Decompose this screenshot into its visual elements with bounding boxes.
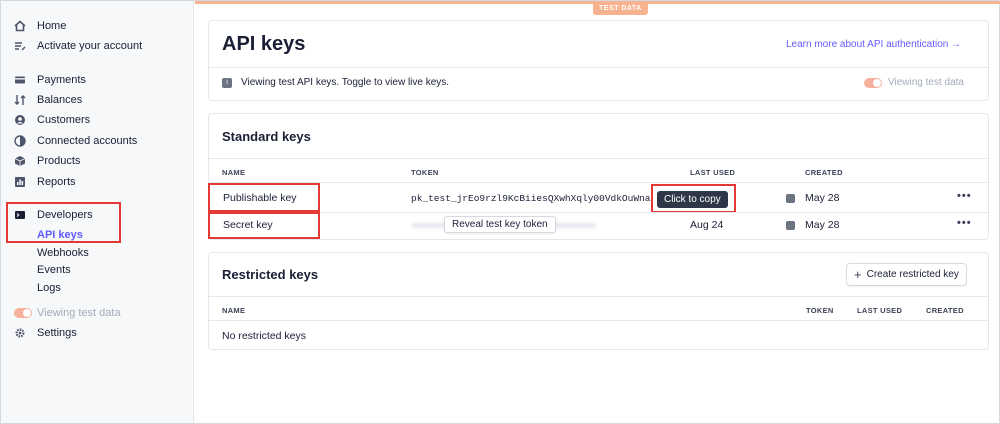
plus-icon: + (854, 267, 862, 282)
click-to-copy-tooltip: Click to copy (657, 191, 728, 208)
key-name-secret: Secret key (223, 219, 273, 231)
sidebar-item-label: Balances (37, 94, 83, 106)
sidebar-item-customers[interactable]: Customers (14, 112, 90, 128)
standard-keys-title: Standard keys (222, 129, 311, 144)
column-header-created: CREATED (926, 306, 964, 315)
restricted-keys-title: Restricted keys (222, 267, 319, 282)
sidebar-item-label: Reports (37, 176, 76, 188)
sidebar-item-home[interactable]: Home (14, 18, 66, 34)
created-date: May 28 (805, 192, 840, 204)
sidebar-item-label: Settings (37, 327, 77, 339)
standard-keys-card (208, 113, 989, 240)
button-label: Create restricted key (866, 269, 959, 280)
sidebar-item-payments[interactable]: Payments (14, 72, 86, 88)
info-icon (786, 221, 795, 230)
customers-icon (14, 114, 26, 126)
column-header-name: NAME (222, 168, 246, 177)
divider (209, 212, 988, 213)
sidebar-item-label: Home (37, 20, 67, 32)
created-date: May 28 (805, 219, 840, 231)
info-icon (786, 194, 795, 203)
sidebar-item-reports[interactable]: Reports (14, 174, 76, 190)
sidebar-item-label: Payments (37, 74, 86, 86)
column-header-created: CREATED (805, 168, 843, 177)
sidebar-item-label: Activate your account (37, 40, 143, 52)
toggle-label: Viewing test data (37, 307, 121, 319)
create-restricted-key-button[interactable]: + Create restricted key (846, 263, 967, 286)
sidebar-item-products[interactable]: Products (14, 153, 80, 169)
sidebar-item-label: Products (37, 155, 81, 167)
column-header-last-used: LAST USED (690, 168, 736, 177)
payments-icon (14, 74, 26, 86)
sidebar-item-events[interactable]: Events (37, 264, 71, 278)
toggle-label: Viewing test data (888, 77, 964, 88)
header-card (208, 20, 989, 101)
page-title: API keys (222, 33, 306, 55)
column-header-name: NAME (222, 306, 246, 315)
sidebar-test-data-toggle[interactable]: Viewing test data (14, 305, 121, 321)
sidebar-item-connected[interactable]: Connected accounts (14, 133, 137, 149)
reveal-key-button[interactable]: Reveal test key token (444, 216, 556, 233)
info-text: Viewing test API keys. Toggle to view li… (241, 77, 450, 88)
toggle-switch[interactable] (864, 77, 882, 88)
gear-icon (14, 327, 26, 339)
connected-accounts-icon (14, 135, 26, 147)
info-icon: i (222, 77, 232, 88)
sidebar-item-activate[interactable]: Activate your account (14, 38, 142, 54)
column-header-last-used: LAST USED (857, 306, 903, 315)
column-header-token: TOKEN (411, 168, 439, 177)
sidebar-item-developers[interactable]: Developers (14, 207, 93, 223)
sidebar-item-logs[interactable]: Logs (37, 282, 61, 296)
more-actions-button[interactable]: ••• (957, 190, 972, 202)
empty-state-text: No restricted keys (222, 330, 307, 342)
balances-icon (14, 94, 26, 106)
home-icon (14, 20, 26, 32)
sidebar-item-settings[interactable]: Settings (14, 325, 77, 341)
info-row: i Viewing test API keys. Toggle to view … (222, 77, 449, 88)
publishable-key-token[interactable]: pk_test_jrEo9rzl9KcBiiesQXwhXqly00VdkOuW… (411, 193, 655, 204)
sidebar-item-api-keys[interactable]: API keys (37, 229, 83, 243)
divider (209, 158, 988, 159)
divider (209, 182, 988, 183)
divider (209, 67, 988, 68)
key-name-publishable: Publishable key (223, 192, 297, 204)
products-icon (14, 155, 26, 167)
sidebar-item-balances[interactable]: Balances (14, 92, 82, 108)
reports-icon (14, 176, 26, 188)
last-used-date: Aug 24 (690, 219, 724, 231)
activate-icon (14, 40, 26, 52)
sidebar-item-label: Connected accounts (37, 135, 138, 147)
divider (209, 320, 988, 321)
sidebar-item-label: Developers (37, 209, 93, 221)
view-test-data-toggle[interactable]: Viewing test data (864, 77, 964, 88)
sidebar-item-label: Customers (37, 114, 91, 126)
learn-more-link[interactable]: Learn more about API authentication → (786, 39, 961, 50)
toggle-switch[interactable] (14, 308, 32, 318)
more-actions-button[interactable]: ••• (957, 217, 972, 229)
test-data-tag: TEST DATA (593, 3, 648, 15)
sidebar-item-webhooks[interactable]: Webhooks (37, 247, 89, 261)
developers-icon (14, 209, 26, 221)
divider (209, 296, 988, 297)
column-header-token: TOKEN (806, 306, 834, 315)
